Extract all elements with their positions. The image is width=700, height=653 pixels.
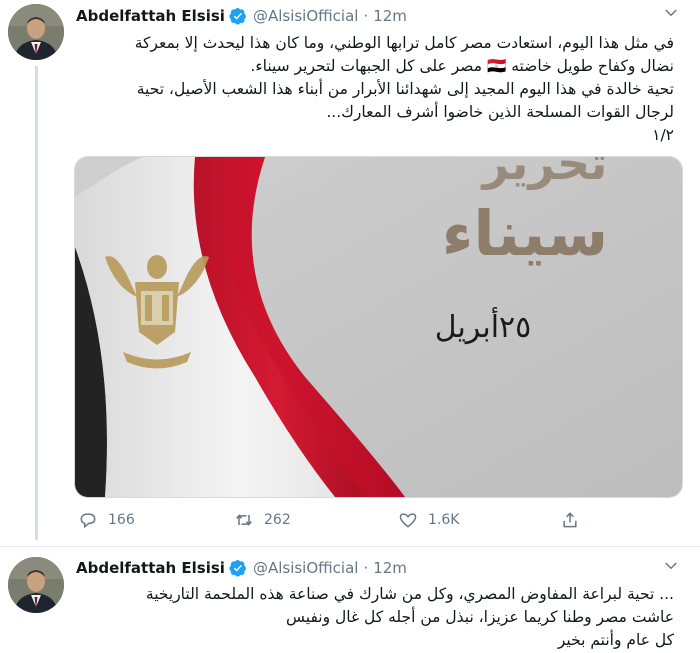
- tweet-header: Abdelfattah Elsisi @AlsisiOfficial · 12m: [76, 559, 407, 577]
- avatar[interactable]: [8, 557, 64, 613]
- tweet-text-line: نضال وكفاح طويل خاضته 🇪🇬 مصر على كل الجب…: [250, 57, 674, 75]
- tweet-text: في مثل هذا اليوم، استعادت مصر كامل ترابه…: [74, 32, 674, 147]
- like-count: 1.6K: [428, 512, 460, 528]
- tweet[interactable]: Abdelfattah Elsisi @AlsisiOfficial · 12m…: [0, 0, 700, 540]
- author-name[interactable]: Abdelfattah Elsisi: [76, 7, 225, 25]
- verified-badge-icon: [229, 7, 246, 25]
- author-handle[interactable]: @AlsisiOfficial: [253, 559, 358, 577]
- tweet-text: ... تحية لبراعة المفاوض المصري، وكل من ش…: [74, 583, 674, 652]
- image-date: ٢٥أبريل: [435, 306, 532, 345]
- tweet-actions: 166 262 1.6K: [74, 510, 634, 532]
- separator-dot: ·: [363, 559, 369, 577]
- tweet-text-line: كل عام وأنتم بخير: [557, 631, 674, 649]
- tweet-image[interactable]: تحرير سيناء ٢٥أبريل: [74, 156, 683, 498]
- reply-button[interactable]: 166: [78, 510, 135, 530]
- reply-icon: [80, 513, 96, 529]
- author-name[interactable]: Abdelfattah Elsisi: [76, 559, 225, 577]
- tweet-text-line: تحية خالدة في هذا اليوم المجيد إلى شهدائ…: [136, 80, 674, 98]
- reply-count: 166: [108, 512, 135, 528]
- retweet-count: 262: [264, 512, 291, 528]
- tweet-header: Abdelfattah Elsisi @AlsisiOfficial · 12m: [76, 7, 407, 25]
- image-headline-top: تحرير: [481, 157, 608, 190]
- thread-line: [35, 66, 38, 540]
- tweet-text-line: ١/٢: [652, 126, 674, 144]
- share-button[interactable]: [560, 510, 580, 530]
- image-headline: سيناء: [442, 197, 609, 270]
- verified-badge-icon: [229, 559, 246, 577]
- avatar-photo: [8, 4, 64, 60]
- heart-icon: [399, 513, 417, 528]
- tweet-text-line: لرجال القوات المسلحة الذين خاضوا أشرف ال…: [326, 103, 674, 121]
- separator-dot: ·: [363, 7, 369, 25]
- sinai-liberation-graphic: تحرير سيناء ٢٥أبريل: [75, 157, 682, 497]
- avatar-photo: [8, 557, 64, 613]
- tweet-text-line: ... تحية لبراعة المفاوض المصري، وكل من ش…: [145, 585, 674, 603]
- tweet-text-line: في مثل هذا اليوم، استعادت مصر كامل ترابه…: [134, 34, 674, 52]
- tweet-text-line: عاشت مصر وطنا كريما عزيزا، نبذل من أجله …: [286, 608, 674, 626]
- tweet-timestamp[interactable]: 12m: [373, 7, 407, 25]
- tweet[interactable]: Abdelfattah Elsisi @AlsisiOfficial · 12m…: [0, 546, 700, 653]
- retweet-button[interactable]: 262: [234, 510, 291, 530]
- chevron-down-icon[interactable]: [662, 557, 680, 575]
- like-button[interactable]: 1.6K: [398, 510, 459, 530]
- timeline: Abdelfattah Elsisi @AlsisiOfficial · 12m…: [0, 0, 700, 652]
- avatar[interactable]: [8, 4, 64, 60]
- chevron-down-icon[interactable]: [662, 4, 680, 22]
- retweet-icon: [235, 514, 253, 526]
- author-handle[interactable]: @AlsisiOfficial: [253, 7, 358, 25]
- share-icon: [563, 512, 577, 528]
- tweet-timestamp[interactable]: 12m: [373, 559, 407, 577]
